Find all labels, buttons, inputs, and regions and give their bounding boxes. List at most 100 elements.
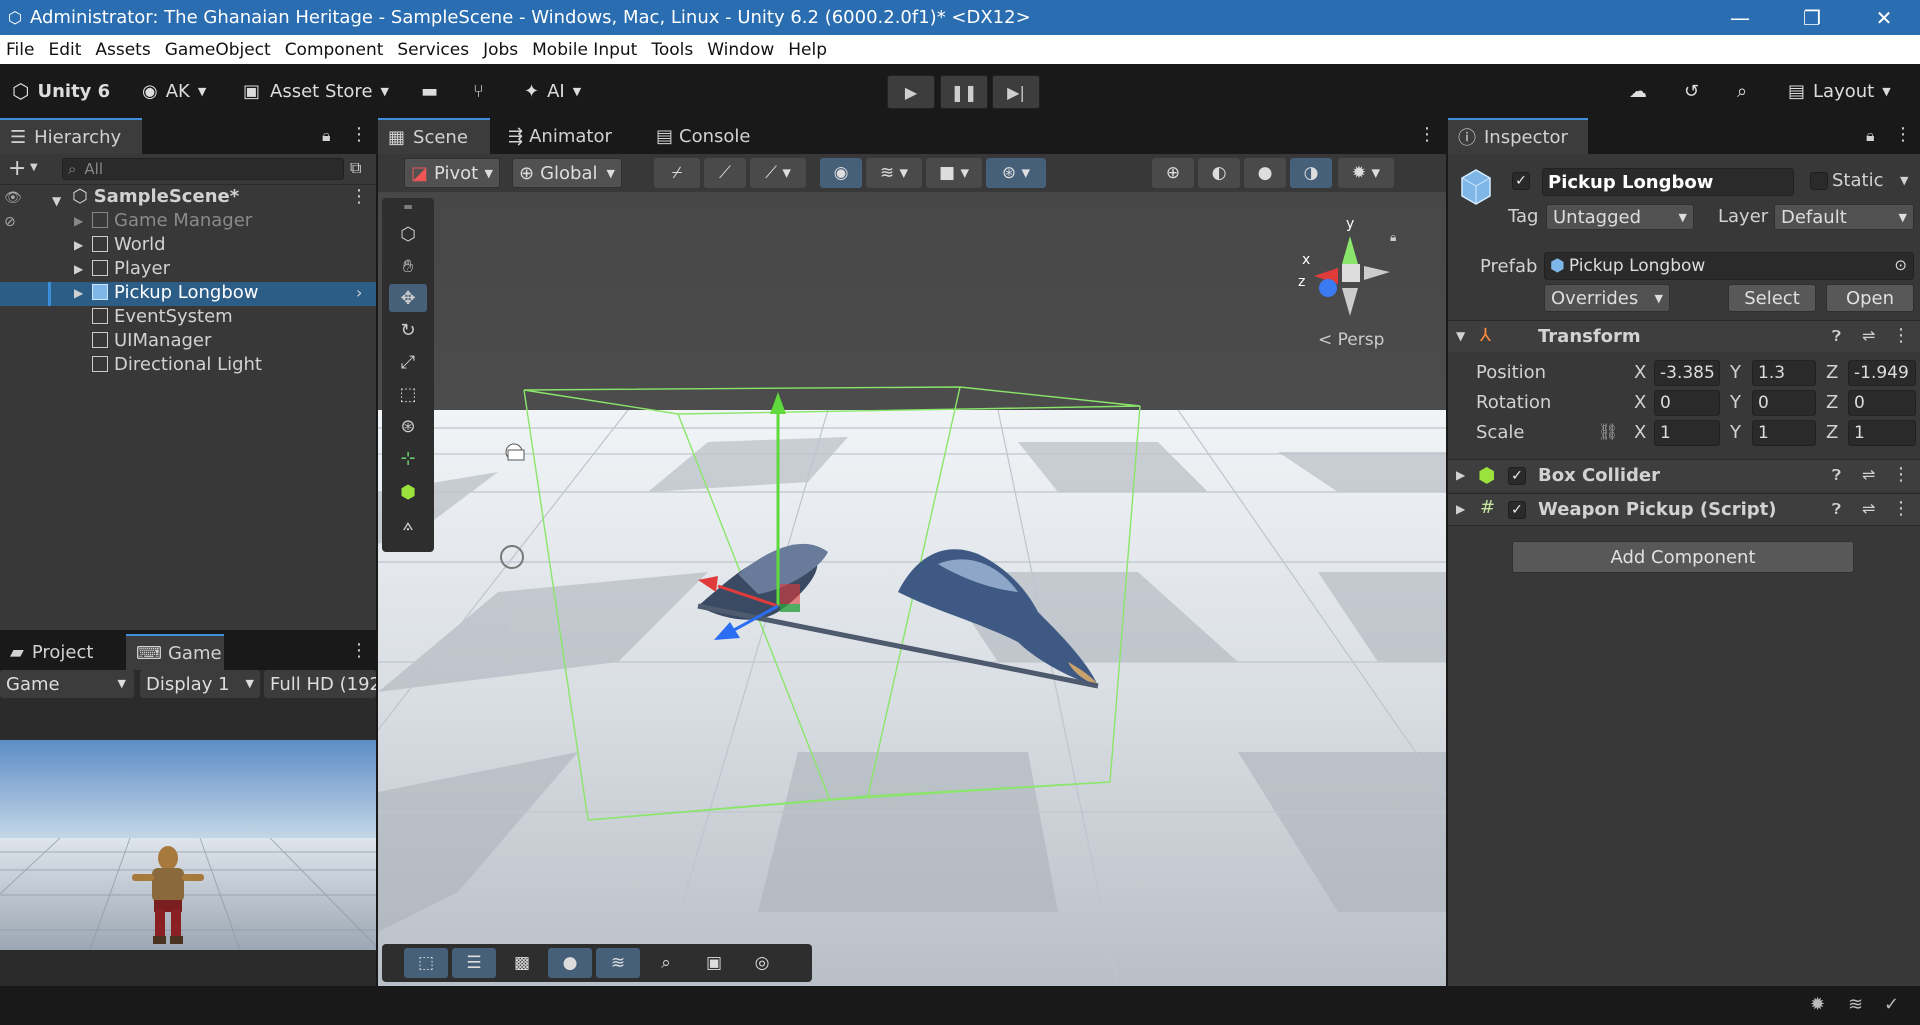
hierarchy-search-input[interactable]: ⌕ All: [62, 158, 344, 180]
component-menu-icon[interactable]: ⋮: [1892, 498, 1910, 519]
rotation-x-input[interactable]: 0: [1654, 390, 1720, 416]
ai-dropdown[interactable]: ✦ AI ▼: [524, 76, 581, 106]
position-y-input[interactable]: 1.3: [1752, 360, 1816, 386]
layout-dropdown[interactable]: ▤ Layout ▼: [1788, 76, 1891, 106]
overlay-compass-button[interactable]: ◎: [740, 948, 784, 978]
overlay-handle-icon[interactable]: ═: [389, 200, 427, 214]
component-menu-icon[interactable]: ⋮: [1892, 325, 1910, 346]
help-icon[interactable]: ❓︎: [1832, 466, 1841, 484]
menu-window[interactable]: Window: [707, 40, 774, 60]
scene-viewport[interactable]: ═ ⬡ ✋︎ ✥ ↻ ⤢ ⬚ ⊛ ⊹ ⬢ ⟑ y x z 🔒︎ < Persp …: [378, 192, 1446, 986]
expand-arrow-icon[interactable]: ▼: [52, 194, 61, 208]
overlay-search-button[interactable]: ⌕: [644, 948, 688, 978]
more-options-icon[interactable]: ⋮: [350, 124, 368, 145]
chevron-down-icon[interactable]: ▼: [1900, 174, 1908, 187]
pause-button[interactable]: ❚❚: [940, 75, 988, 109]
create-plus-icon[interactable]: +: [8, 156, 26, 181]
tab-project[interactable]: ▰ Project: [0, 634, 126, 670]
transform-tool-button[interactable]: ⊛: [389, 412, 427, 440]
component-menu-icon[interactable]: ⋮: [1892, 464, 1910, 485]
persp-label[interactable]: < Persp: [1318, 330, 1384, 350]
tag-dropdown[interactable]: Untagged ▼: [1546, 204, 1694, 230]
overlay-settings-button[interactable]: ☰: [452, 948, 496, 978]
probuilder-tool-button[interactable]: ⟑: [389, 510, 427, 538]
transform-header[interactable]: ▼ ⅄ Transform ❓︎ ⇌ ⋮: [1448, 320, 1920, 352]
increment-snap-button[interactable]: ⟋: [704, 158, 746, 188]
progress-check-icon[interactable]: ✓: [1884, 994, 1899, 1015]
minimize-button[interactable]: —: [1704, 6, 1776, 30]
rotation-z-input[interactable]: 0: [1848, 390, 1916, 416]
prefab-object-icon[interactable]: [1458, 168, 1494, 208]
hierarchy-row-selected[interactable]: ▶ Pickup Longbow ›: [0, 282, 376, 306]
collapse-arrow-icon[interactable]: ▼: [1456, 329, 1465, 343]
snap-settings-button[interactable]: ⟋ ▾: [750, 158, 806, 188]
tab-animator[interactable]: ⇶ Animator: [498, 118, 620, 154]
scale-y-input[interactable]: 1: [1752, 420, 1816, 446]
hierarchy-row[interactable]: ▶ World: [0, 234, 376, 258]
active-checkbox[interactable]: ✓: [1512, 172, 1530, 190]
overlay-grid-button[interactable]: ▩: [500, 948, 544, 978]
scale-z-input[interactable]: 1: [1848, 420, 1916, 446]
tab-game[interactable]: ⌨ Game: [126, 634, 224, 670]
scene-root-row[interactable]: ⬡ SampleScene*: [72, 186, 239, 207]
menu-mobile-input[interactable]: Mobile Input: [532, 40, 637, 60]
more-options-icon[interactable]: ⋮: [350, 640, 368, 661]
scale-y-label[interactable]: Y: [1730, 422, 1741, 443]
display-dropdown[interactable]: Display 1 ▼: [140, 670, 260, 698]
search-button[interactable]: ⌕: [1737, 76, 1747, 106]
camera-dropdown[interactable]: ■ ▾: [926, 158, 982, 188]
orientation-gizmo[interactable]: y x z 🔒︎ < Persp: [1298, 216, 1438, 356]
expand-arrow-icon[interactable]: ▶: [1456, 468, 1465, 482]
lock-icon[interactable]: 🔒︎: [322, 126, 331, 146]
version-control-button[interactable]: ⑂: [473, 76, 484, 106]
overrides-dropdown[interactable]: Overrides ▼: [1544, 284, 1670, 312]
debug-draw-dropdown[interactable]: ✹ ▾: [1338, 158, 1394, 188]
position-x-label[interactable]: X: [1634, 362, 1646, 383]
visibility-toggle[interactable]: ◉: [820, 158, 862, 188]
visibility-eye-icon[interactable]: 👁︎: [4, 190, 22, 206]
open-button[interactable]: Open: [1826, 284, 1914, 312]
game-mode-dropdown[interactable]: Game ▼: [0, 670, 134, 698]
position-x-input[interactable]: -3.385: [1654, 360, 1720, 386]
menu-assets[interactable]: Assets: [95, 40, 150, 60]
static-checkbox[interactable]: [1810, 172, 1828, 190]
cache-server-icon[interactable]: ≋: [1848, 994, 1863, 1015]
package-manager-button[interactable]: ▬: [421, 76, 438, 106]
hierarchy-row[interactable]: ▶ Game Manager: [0, 210, 376, 234]
rotation-y-label[interactable]: Y: [1730, 392, 1741, 413]
resolution-dropdown[interactable]: Full HD (1920: [264, 670, 376, 698]
overlay-layers-button[interactable]: ≋: [596, 948, 640, 978]
cloud-button[interactable]: ☁: [1629, 76, 1647, 106]
prefab-field[interactable]: ⬢ Pickup Longbow ⊙: [1544, 252, 1914, 280]
layers-dropdown[interactable]: ≋ ▾: [866, 158, 922, 188]
position-z-input[interactable]: -1.949: [1848, 360, 1916, 386]
game-view[interactable]: [0, 740, 376, 950]
presets-icon[interactable]: ⇌: [1862, 465, 1875, 484]
shading-unlit-button[interactable]: ◑: [1290, 158, 1332, 188]
hierarchy-row[interactable]: Directional Light: [0, 354, 376, 378]
shading-shaded-button[interactable]: ●: [1244, 158, 1286, 188]
debug-bug-icon[interactable]: ✹: [1810, 994, 1825, 1015]
target-icon[interactable]: ⊙: [1894, 256, 1907, 274]
step-button[interactable]: ▶|: [992, 75, 1040, 109]
restore-button[interactable]: ❐: [1776, 6, 1848, 30]
select-button[interactable]: Select: [1728, 284, 1816, 312]
rotation-z-label[interactable]: Z: [1826, 392, 1838, 413]
tab-hierarchy[interactable]: ☰ Hierarchy: [0, 118, 142, 154]
add-component-button[interactable]: Add Component: [1512, 541, 1854, 573]
chevron-right-icon[interactable]: ›: [356, 283, 362, 302]
close-button[interactable]: ✕: [1848, 6, 1920, 30]
shading-wireframe-button[interactable]: ⊕: [1152, 158, 1194, 188]
gizmos-dropdown[interactable]: ⊛ ▾: [986, 158, 1046, 188]
menu-gameobject[interactable]: GameObject: [165, 40, 271, 60]
lock-icon[interactable]: 🔒︎: [1866, 126, 1875, 146]
rotation-x-label[interactable]: X: [1634, 392, 1646, 413]
account-dropdown[interactable]: ◉ AK ▼: [142, 76, 206, 106]
menu-jobs[interactable]: Jobs: [483, 40, 518, 60]
scale-x-input[interactable]: 1: [1654, 420, 1720, 446]
object-name-input[interactable]: Pickup Longbow: [1542, 168, 1794, 196]
chevron-down-icon[interactable]: ▼: [30, 162, 38, 173]
shading-shaded-wire-button[interactable]: ◐: [1198, 158, 1240, 188]
rect-tool-button[interactable]: ⬚: [389, 380, 427, 408]
position-y-label[interactable]: Y: [1730, 362, 1741, 383]
